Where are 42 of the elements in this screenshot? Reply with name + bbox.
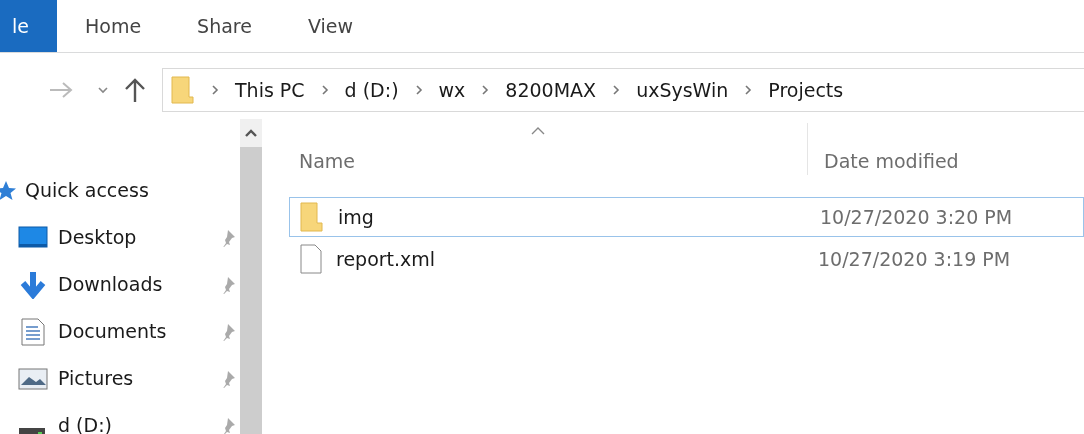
scrollbar[interactable] xyxy=(240,119,262,434)
chevron-down-icon[interactable] xyxy=(98,86,108,94)
chevron-right-icon xyxy=(211,85,219,95)
address-bar[interactable]: This PC d (D:) wx 8200MAX uxSysWin Projects xyxy=(162,68,1084,112)
nav-item[interactable]: Downloads xyxy=(58,270,218,299)
nav-item[interactable]: Desktop xyxy=(58,223,218,252)
sort-caret-icon xyxy=(531,127,545,135)
file-name: report.xml xyxy=(336,246,437,272)
file-icon xyxy=(300,244,322,274)
nav-item[interactable]: Documents xyxy=(58,317,218,346)
breadcrumb[interactable]: This PC xyxy=(235,75,305,105)
breadcrumb[interactable]: 8200MAX xyxy=(505,75,597,105)
column-header[interactable]: Date modified xyxy=(824,147,959,189)
nav-item[interactable]: Quick access xyxy=(25,176,185,205)
file-row[interactable]: img 10/27/2020 3:20 PM xyxy=(289,197,1084,237)
chevron-right-icon xyxy=(320,85,329,95)
up-arrow-icon[interactable] xyxy=(124,77,146,103)
chevron-right-icon xyxy=(414,85,423,95)
file-name: img xyxy=(338,204,375,230)
ribbon-tab[interactable]: le xyxy=(0,0,57,52)
chevron-right-icon xyxy=(481,85,490,95)
folder-icon xyxy=(171,76,195,104)
document-icon xyxy=(18,317,48,346)
breadcrumb[interactable]: uxSysWin xyxy=(636,75,729,105)
star-icon xyxy=(0,180,17,201)
breadcrumb[interactable]: Projects xyxy=(768,75,844,105)
file-row[interactable]: report.xml 10/27/2020 3:19 PM xyxy=(289,239,1084,279)
nav-item[interactable]: d (D:) xyxy=(58,411,218,434)
file-date: 10/27/2020 3:19 PM xyxy=(818,246,1011,272)
scroll-up-icon xyxy=(245,129,257,137)
file-date: 10/27/2020 3:20 PM xyxy=(820,204,1013,230)
chevron-right-icon xyxy=(612,85,621,95)
ribbon-tab[interactable]: Share xyxy=(169,0,280,52)
nav-item[interactable]: Pictures xyxy=(58,364,218,393)
ribbon-tab[interactable]: View xyxy=(279,0,381,52)
folder-icon xyxy=(300,202,324,232)
ribbon-tab[interactable]: Home xyxy=(56,0,170,52)
chevron-right-icon xyxy=(744,85,753,95)
breadcrumb[interactable]: wx xyxy=(438,75,466,105)
column-header[interactable]: Name xyxy=(299,147,356,176)
breadcrumb[interactable]: d (D:) xyxy=(344,75,399,105)
download-icon xyxy=(18,270,48,299)
